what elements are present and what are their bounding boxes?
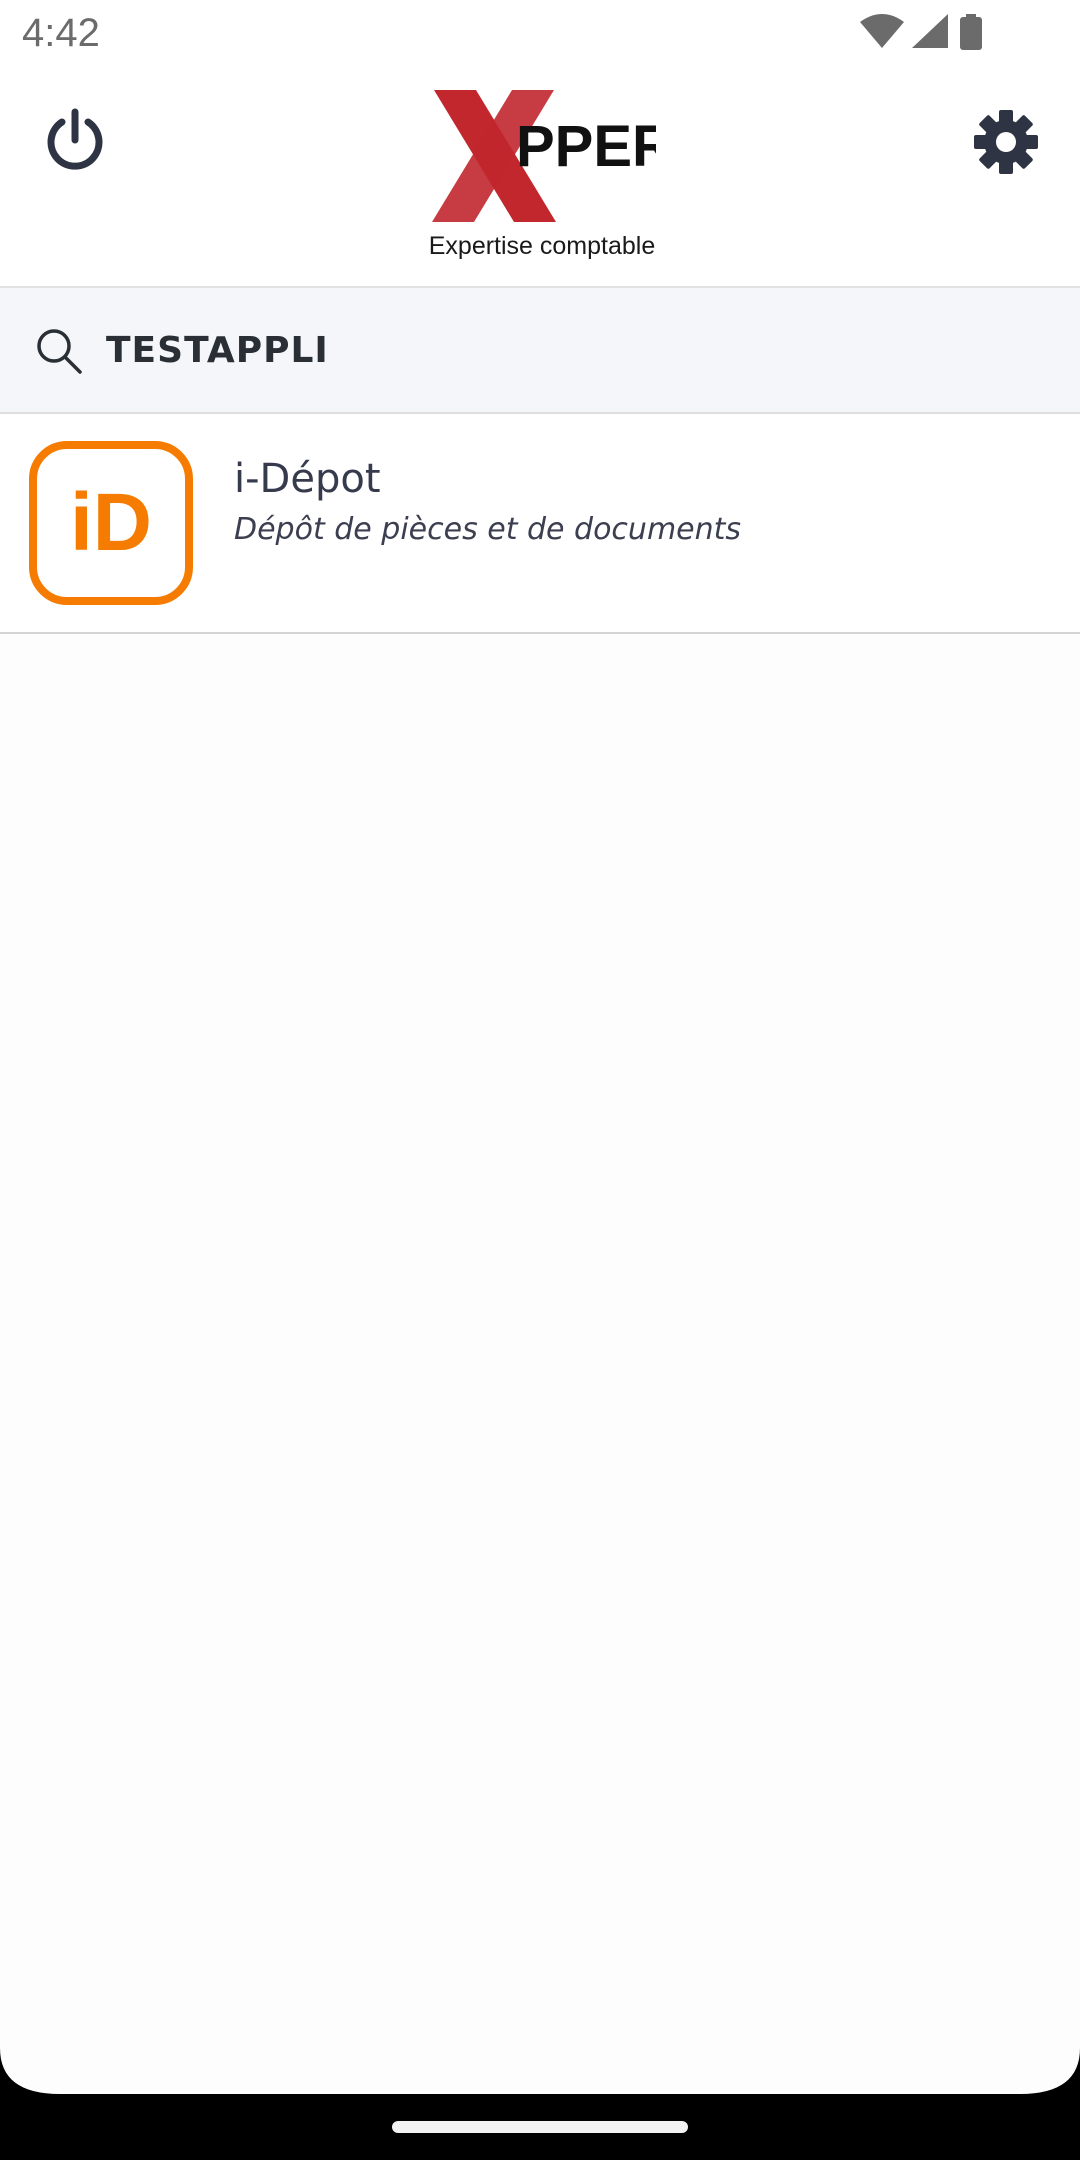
gear-icon[interactable] — [970, 106, 1042, 178]
search-bar[interactable]: TESTAPPLI — [0, 288, 1080, 414]
company-logo: PPER Expertise comptable — [428, 84, 674, 264]
svg-text:PPER: PPER — [516, 114, 656, 179]
list-item-i-depot[interactable]: iD i-Dépot Dépôt de pièces et de documen… — [0, 414, 1080, 634]
power-icon[interactable] — [40, 106, 110, 176]
nav-corner-left — [0, 2048, 60, 2108]
app-icon-text: iD — [70, 477, 152, 568]
search-icon — [37, 329, 82, 374]
app-title: i-Dépot — [234, 456, 381, 502]
status-bar: 4:42 — [0, 0, 1080, 66]
search-input[interactable]: TESTAPPLI — [106, 326, 329, 376]
status-icons — [860, 14, 1010, 54]
logo-mark: PPER — [432, 90, 674, 222]
status-time: 4:42 — [22, 11, 100, 55]
home-indicator[interactable] — [392, 2121, 688, 2133]
battery-icon — [960, 14, 982, 50]
signal-icon — [912, 14, 948, 48]
app-subtitle: Dépôt de pièces et de documents — [234, 512, 742, 547]
logo-caption: Expertise comptable — [428, 232, 656, 260]
app-header: PPER Expertise comptable — [0, 66, 1080, 288]
wifi-icon — [860, 14, 904, 48]
nav-corner-right — [1020, 2048, 1080, 2108]
i-depot-app-icon: iD — [29, 441, 193, 605]
